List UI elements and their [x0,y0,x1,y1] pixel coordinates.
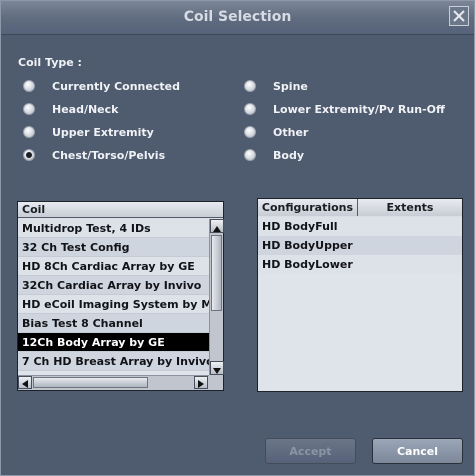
radio-label: Currently Connected [52,79,180,93]
scroll-right-button[interactable] [194,376,208,389]
coil-list-item[interactable]: HD 8Ch Cardiac Array by GE [18,257,209,276]
radio-button-icon [23,103,35,115]
triangle-left-icon [22,373,28,392]
coil-list-panel: Coil Multidrop Test, 4 IDs 32 Ch Test Co… [17,201,224,391]
radio-label: Body [273,148,304,162]
coil-list-horizontal-scrollbar[interactable] [18,375,209,390]
radio-head-neck[interactable]: Head/Neck [23,101,118,117]
coil-list-item[interactable]: HD eCoil Imaging System by Me [18,295,209,314]
coil-selection-dialog: Coil Selection Coil Type : Currently Con… [0,0,475,476]
coil-list-item[interactable]: 32 Ch Test Config [18,238,209,257]
radio-button-icon [23,126,35,138]
radio-button-icon [23,80,35,92]
close-button[interactable] [449,6,469,26]
radio-label: Lower Extremity/Pv Run-Off [273,102,445,116]
configurations-table: Configurations Extents HD BodyFull HD Bo… [257,198,463,392]
radio-upper-extremity[interactable]: Upper Extremity [23,124,154,140]
scroll-left-button[interactable] [18,376,32,389]
radio-lower-extremity[interactable]: Lower Extremity/Pv Run-Off [244,101,445,117]
coil-list-item-selected[interactable]: 12Ch Body Array by GE [18,333,209,352]
configuration-row[interactable]: HD BodyLower [258,255,462,274]
radio-label: Chest/Torso/Pelvis [52,148,166,162]
cancel-button[interactable]: Cancel [372,438,463,464]
coil-list-vertical-scrollbar[interactable] [209,219,224,375]
radio-other[interactable]: Other [244,124,308,140]
radio-chest-torso-pelvis[interactable]: Chest/Torso/Pelvis [23,147,165,163]
configuration-row[interactable]: HD BodyFull [258,217,462,236]
radio-label: Spine [273,79,308,93]
scroll-down-button[interactable] [210,361,224,375]
horizontal-scroll-thumb[interactable] [33,377,148,388]
radio-label: Head/Neck [52,102,119,116]
radio-button-checked-icon [23,149,35,161]
column-header-extents[interactable]: Extents [358,199,462,216]
radio-label: Upper Extremity [52,125,154,139]
dialog-title: Coil Selection [183,9,292,25]
radio-button-icon [244,126,256,138]
radio-button-icon [244,80,256,92]
coil-list-item[interactable]: 32Ch Cardiac Array by Invivo [18,276,209,295]
radio-label: Other [273,125,309,139]
radio-body[interactable]: Body [244,147,304,163]
coil-column-header[interactable]: Coil [18,202,223,218]
triangle-up-icon [213,217,221,236]
configuration-row[interactable]: HD BodyUpper [258,236,462,255]
scroll-up-button[interactable] [210,219,224,233]
close-x-icon [452,9,466,23]
radio-currently-connected[interactable]: Currently Connected [23,78,180,94]
vertical-scroll-thumb[interactable] [211,235,222,311]
radio-button-icon [244,103,256,115]
coil-list-item[interactable]: Multidrop Test, 4 IDs [18,219,209,238]
accept-button[interactable]: Accept [265,438,356,464]
coil-list-item[interactable]: Bias Test 8 Channel [18,314,209,333]
scrollbar-corner [209,375,223,390]
configurations-table-header: Configurations Extents [258,199,462,216]
column-header-configurations[interactable]: Configurations [258,199,358,216]
coil-list[interactable]: Multidrop Test, 4 IDs 32 Ch Test Config … [18,219,209,375]
triangle-right-icon [198,373,204,392]
coil-list-item[interactable]: 7 Ch HD Breast Array by Invivo [18,352,209,371]
radio-button-icon [244,149,256,161]
title-bar: Coil Selection [1,1,474,35]
configurations-list[interactable]: HD BodyFull HD BodyUpper HD BodyLower [258,217,462,391]
coil-type-label: Coil Type : [18,56,82,69]
radio-spine[interactable]: Spine [244,78,308,94]
